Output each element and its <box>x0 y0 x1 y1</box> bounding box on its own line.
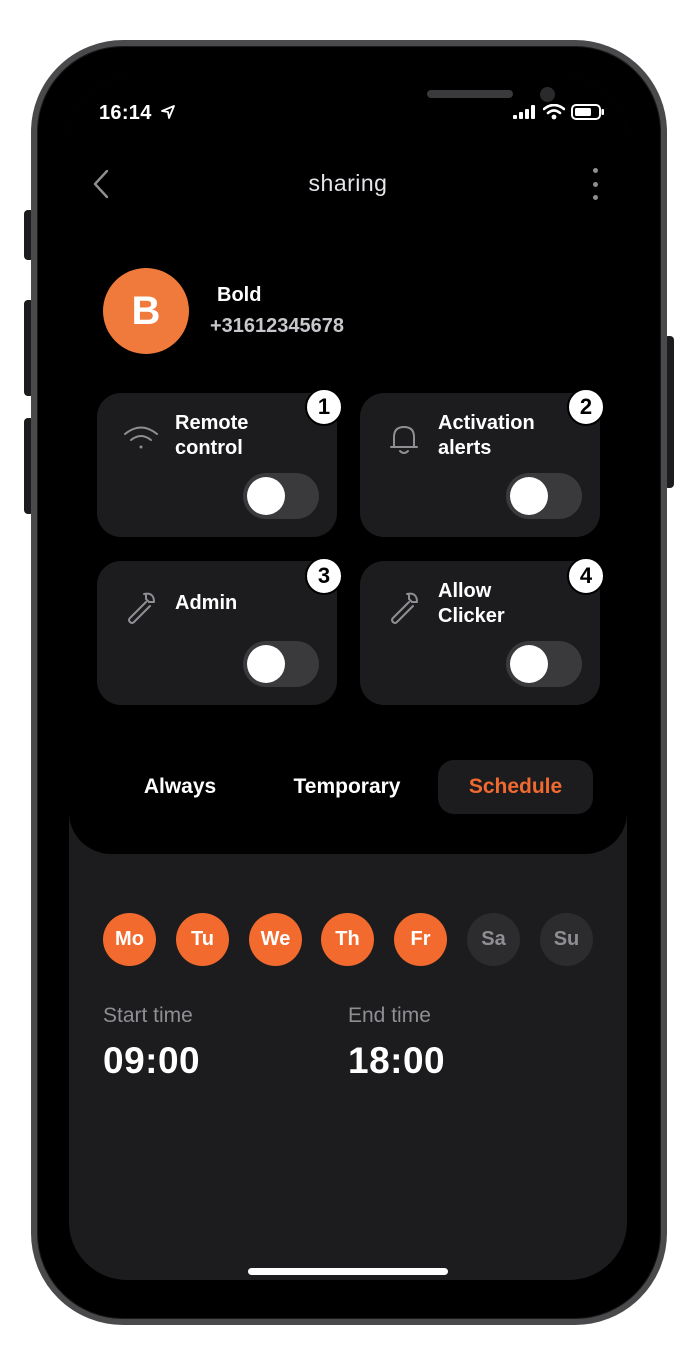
end-time-label: End time <box>348 1004 431 1027</box>
day-monday[interactable]: Mo <box>103 913 156 966</box>
contact-phone: +31612345678 <box>210 315 345 337</box>
day-friday[interactable]: Fr <box>394 913 447 966</box>
tab-always[interactable]: Always <box>119 760 241 814</box>
day-sunday[interactable]: Su <box>540 913 593 966</box>
wrench-icon <box>384 587 424 627</box>
day-thursday[interactable]: Th <box>321 913 374 966</box>
day-saturday[interactable]: Sa <box>467 913 520 966</box>
permission-card-activation-alerts: Activation alerts <box>360 393 600 537</box>
wifi-icon <box>121 419 161 459</box>
day-tuesday[interactable]: Tu <box>176 913 229 966</box>
tab-temporary[interactable]: Temporary <box>269 760 425 814</box>
status-time-text: 16:14 <box>99 102 152 124</box>
start-time-label: Start time <box>103 1004 193 1027</box>
day-wednesday[interactable]: We <box>249 913 302 966</box>
more-options-button[interactable] <box>587 166 603 202</box>
wrench-icon <box>121 587 161 627</box>
remote-control-toggle[interactable] <box>243 473 319 519</box>
toggle-knob <box>510 645 548 683</box>
speaker-grille <box>427 90 513 98</box>
avatar: B <box>103 268 189 354</box>
step-badge-3: 3 <box>305 557 343 595</box>
step-badge-1: 1 <box>305 388 343 426</box>
contact-name: Bold <box>217 284 262 306</box>
permission-label: Allow Clicker <box>438 580 505 627</box>
cellular-signal-icon <box>513 105 535 119</box>
step-badge-4: 4 <box>567 557 605 595</box>
toggle-knob <box>510 477 548 515</box>
permission-card-allow-clicker: Allow Clicker <box>360 561 600 705</box>
more-vertical-dot <box>592 181 598 187</box>
notch <box>192 78 555 123</box>
status-time: 16:14 <box>99 102 176 125</box>
permission-label: Remote control <box>175 412 249 459</box>
bell-icon <box>384 419 424 459</box>
allow-clicker-toggle[interactable] <box>506 641 582 687</box>
toggle-knob <box>247 477 285 515</box>
end-time-value[interactable]: 18:00 <box>348 1040 445 1082</box>
status-icons <box>513 104 605 120</box>
step-badge-number: 2 <box>579 394 593 419</box>
permission-label: Admin <box>175 592 238 614</box>
toggle-knob <box>247 645 285 683</box>
permissions-panel: 16:14 sharing B Bold +31612345678 Remote… <box>69 78 627 854</box>
wifi-status-icon <box>543 104 565 120</box>
avatar-initial: B <box>131 288 161 333</box>
start-time-value[interactable]: 09:00 <box>103 1040 200 1082</box>
battery-icon <box>571 104 604 120</box>
permission-label: Activation alerts <box>438 412 535 459</box>
home-indicator[interactable] <box>248 1268 448 1275</box>
activation-alerts-toggle[interactable] <box>506 473 582 519</box>
step-badge-2: 2 <box>567 388 605 426</box>
page-title: sharing <box>308 170 388 196</box>
phone-screen: 16:14 sharing B Bold +31612345678 Remote… <box>69 78 627 1280</box>
more-vertical-dot <box>592 195 598 200</box>
step-badge-number: 3 <box>317 563 331 588</box>
more-vertical-icon <box>592 168 598 173</box>
step-badge-number: 1 <box>317 394 331 419</box>
location-arrow-icon <box>160 105 175 119</box>
permission-card-remote-control: Remote control <box>97 393 337 537</box>
step-badge-number: 4 <box>579 563 593 588</box>
front-camera <box>540 87 555 102</box>
tab-schedule[interactable]: Schedule <box>438 760 593 814</box>
admin-toggle[interactable] <box>243 641 319 687</box>
permission-card-admin: Admin <box>97 561 337 705</box>
